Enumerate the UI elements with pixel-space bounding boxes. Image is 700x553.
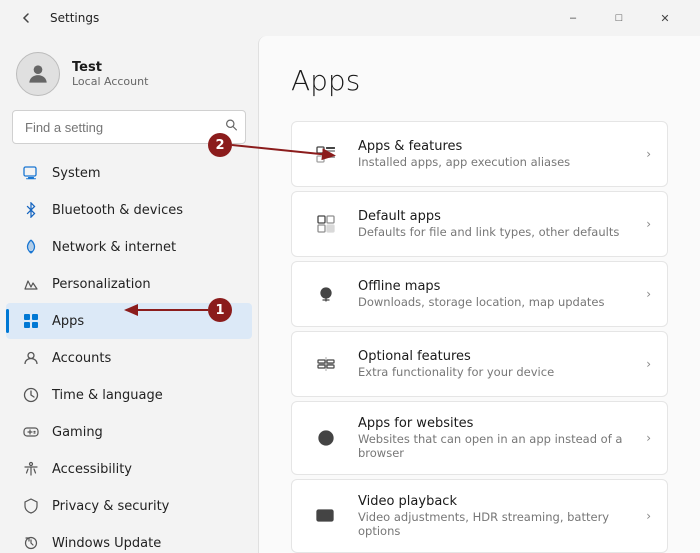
setting-text-apps-features: Apps & features Installed apps, app exec… [358, 139, 638, 169]
sidebar-label-system: System [52, 166, 100, 181]
sidebar-item-privacy[interactable]: Privacy & security [6, 488, 252, 524]
sidebar-item-network[interactable]: Network & internet [6, 229, 252, 265]
setting-text-video-playback: Video playback Video adjustments, HDR st… [358, 494, 638, 538]
search-container [12, 110, 246, 144]
sidebar-label-gaming: Gaming [52, 425, 103, 440]
gaming-icon [22, 423, 40, 441]
user-account-type: Local Account [72, 75, 148, 88]
minimize-button[interactable]: – [550, 3, 596, 33]
time-icon [22, 386, 40, 404]
main-content: Apps Apps & features Installed apps, app… [258, 36, 700, 553]
setting-text-default-apps: Default apps Defaults for file and link … [358, 209, 638, 239]
sidebar-item-apps[interactable]: Apps [6, 303, 252, 339]
network-icon [22, 238, 40, 256]
chevron-right-icon: › [646, 147, 651, 161]
optional-features-icon [308, 346, 344, 382]
setting-desc-apps-websites: Websites that can open in an app instead… [358, 432, 638, 460]
sidebar-item-windows-update[interactable]: Windows Update [6, 525, 252, 553]
sidebar-label-bluetooth: Bluetooth & devices [52, 203, 183, 218]
search-icon [225, 119, 238, 136]
close-button[interactable]: ✕ [642, 3, 688, 33]
apps-icon [22, 312, 40, 330]
window-title: Settings [50, 11, 99, 25]
back-button[interactable] [12, 3, 40, 33]
setting-item-optional-features[interactable]: Optional features Extra functionality fo… [291, 331, 668, 397]
nav-list: System Bluetooth & devices Network & int… [0, 154, 258, 553]
sidebar-label-accounts: Accounts [52, 351, 111, 366]
system-icon [22, 164, 40, 182]
user-icon [25, 61, 51, 87]
sidebar-label-privacy: Privacy & security [52, 499, 169, 514]
chevron-right-icon-5: › [646, 431, 651, 445]
user-section[interactable]: Test Local Account [0, 36, 258, 110]
bluetooth-icon [22, 201, 40, 219]
setting-item-offline-maps[interactable]: Offline maps Downloads, storage location… [291, 261, 668, 327]
sidebar-label-accessibility: Accessibility [52, 462, 132, 477]
setting-label-apps-features: Apps & features [358, 139, 638, 154]
user-name: Test [72, 60, 148, 75]
setting-label-optional-features: Optional features [358, 349, 638, 364]
app-window: Test Local Account System [0, 36, 700, 553]
title-bar: Settings – □ ✕ [0, 0, 700, 36]
setting-desc-offline-maps: Downloads, storage location, map updates [358, 295, 638, 309]
sidebar-item-time[interactable]: Time & language [6, 377, 252, 413]
setting-desc-video-playback: Video adjustments, HDR streaming, batter… [358, 510, 638, 538]
setting-desc-apps-features: Installed apps, app execution aliases [358, 155, 638, 169]
search-input[interactable] [12, 110, 246, 144]
update-icon [22, 534, 40, 552]
chevron-right-icon-3: › [646, 287, 651, 301]
setting-item-default-apps[interactable]: Default apps Defaults for file and link … [291, 191, 668, 257]
sidebar-item-system[interactable]: System [6, 155, 252, 191]
sidebar-item-personalization[interactable]: Personalization [6, 266, 252, 302]
chevron-right-icon-4: › [646, 357, 651, 371]
sidebar: Test Local Account System [0, 36, 258, 553]
apps-features-icon [308, 136, 344, 172]
setting-item-apps-websites[interactable]: Apps for websites Websites that can open… [291, 401, 668, 475]
page-title: Apps [291, 64, 668, 97]
maximize-button[interactable]: □ [596, 3, 642, 33]
offline-maps-icon [308, 276, 344, 312]
setting-desc-optional-features: Extra functionality for your device [358, 365, 638, 379]
setting-label-offline-maps: Offline maps [358, 279, 638, 294]
chevron-right-icon-6: › [646, 509, 651, 523]
default-apps-icon [308, 206, 344, 242]
setting-text-offline-maps: Offline maps Downloads, storage location… [358, 279, 638, 309]
title-bar-left: Settings [12, 3, 99, 33]
user-info: Test Local Account [72, 60, 148, 88]
sidebar-item-accounts[interactable]: Accounts [6, 340, 252, 376]
sidebar-item-bluetooth[interactable]: Bluetooth & devices [6, 192, 252, 228]
setting-label-video-playback: Video playback [358, 494, 638, 509]
apps-websites-icon [308, 420, 344, 456]
sidebar-item-gaming[interactable]: Gaming [6, 414, 252, 450]
sidebar-label-network: Network & internet [52, 240, 176, 255]
setting-text-optional-features: Optional features Extra functionality fo… [358, 349, 638, 379]
avatar [16, 52, 60, 96]
settings-list: Apps & features Installed apps, app exec… [291, 121, 668, 553]
sidebar-item-accessibility[interactable]: Accessibility [6, 451, 252, 487]
window-controls: – □ ✕ [550, 3, 688, 33]
setting-label-apps-websites: Apps for websites [358, 416, 638, 431]
accounts-icon [22, 349, 40, 367]
sidebar-label-apps: Apps [52, 314, 84, 329]
sidebar-label-windows-update: Windows Update [52, 536, 161, 551]
personalization-icon [22, 275, 40, 293]
chevron-right-icon-2: › [646, 217, 651, 231]
setting-label-default-apps: Default apps [358, 209, 638, 224]
setting-item-video-playback[interactable]: Video playback Video adjustments, HDR st… [291, 479, 668, 553]
video-playback-icon [308, 498, 344, 534]
setting-item-apps-features[interactable]: Apps & features Installed apps, app exec… [291, 121, 668, 187]
privacy-icon [22, 497, 40, 515]
sidebar-label-personalization: Personalization [52, 277, 151, 292]
accessibility-icon [22, 460, 40, 478]
setting-text-apps-websites: Apps for websites Websites that can open… [358, 416, 638, 460]
setting-desc-default-apps: Defaults for file and link types, other … [358, 225, 638, 239]
sidebar-label-time: Time & language [52, 388, 163, 403]
